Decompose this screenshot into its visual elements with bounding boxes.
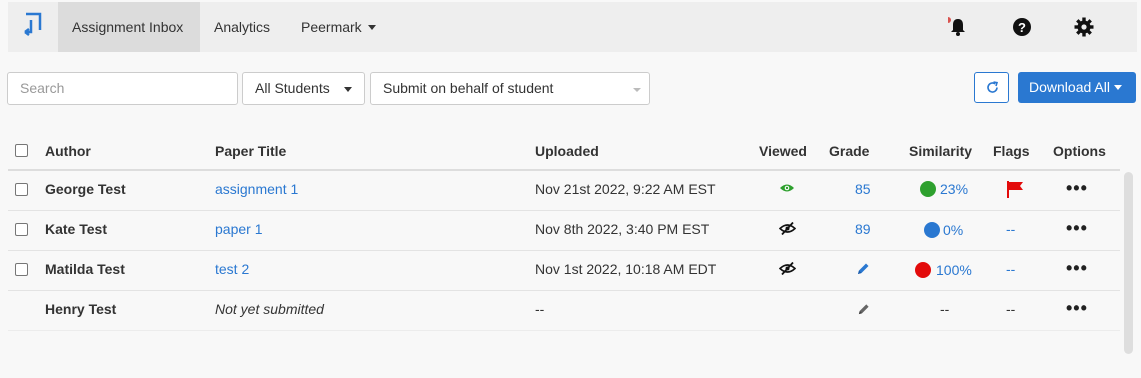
similarity-placeholder: -- (940, 301, 950, 317)
search-placeholder: Search (20, 80, 65, 96)
paper-status: Not yet submitted (215, 301, 324, 317)
row-options-button[interactable]: ••• (1066, 178, 1088, 199)
red-flag-icon[interactable] (1006, 181, 1024, 198)
download-all-button[interactable]: Download All (1018, 72, 1136, 103)
uploaded-date: Nov 1st 2022, 10:18 AM EDT (535, 261, 717, 277)
tab-label: Assignment Inbox (72, 19, 184, 35)
search-input[interactable]: Search (7, 72, 238, 105)
app-root: Assignment Inbox Analytics Peermark ? Se… (0, 0, 1141, 378)
refresh-button[interactable] (974, 72, 1009, 103)
row-checkbox[interactable] (15, 263, 28, 276)
flag-placeholder: -- (1006, 301, 1016, 317)
similarity-score[interactable]: 0% (943, 221, 963, 239)
select-all-checkbox[interactable] (15, 144, 28, 157)
uploaded-date: Nov 21st 2022, 9:22 AM EST (535, 181, 716, 197)
row-options-button[interactable]: ••• (1066, 298, 1088, 319)
download-all-label: Download All (1029, 79, 1110, 95)
paper-title-link[interactable]: assignment 1 (215, 180, 298, 198)
chevron-down-icon (344, 87, 352, 92)
row-divider (8, 210, 1120, 211)
flag-placeholder[interactable]: -- (1006, 260, 1015, 278)
flag-placeholder[interactable]: -- (1006, 220, 1015, 238)
column-header-grade[interactable]: Grade (829, 143, 869, 159)
tab-assignment-inbox[interactable]: Assignment Inbox (58, 2, 200, 52)
top-nav: Assignment Inbox Analytics Peermark ? (8, 2, 1137, 52)
refresh-icon (987, 81, 999, 93)
header-divider (8, 169, 1120, 171)
row-options-button[interactable]: ••• (1066, 218, 1088, 239)
submit-behalf-select[interactable]: Submit on behalf of student (370, 72, 650, 105)
svg-text:?: ? (1018, 20, 1026, 35)
similarity-dot (915, 262, 931, 278)
column-header-viewed[interactable]: Viewed (759, 143, 807, 159)
eye-slash-icon (779, 222, 796, 235)
row-checkbox[interactable] (15, 183, 28, 196)
paper-title-link[interactable]: test 2 (215, 260, 249, 278)
gear-icon[interactable] (1074, 17, 1094, 37)
similarity-score[interactable]: 23% (940, 180, 968, 198)
row-divider (8, 250, 1120, 251)
students-filter-value: All Students (255, 80, 330, 96)
tab-analytics[interactable]: Analytics (214, 2, 270, 52)
notification-dot (948, 17, 951, 23)
pencil-icon[interactable] (857, 303, 870, 316)
table-scrollbar[interactable] (1124, 172, 1133, 354)
tab-peermark[interactable]: Peermark (301, 2, 376, 52)
column-header-flags[interactable]: Flags (993, 143, 1030, 159)
uploaded-date: Nov 8th 2022, 3:40 PM EST (535, 221, 710, 237)
column-header-similarity[interactable]: Similarity (909, 143, 972, 159)
pencil-icon[interactable] (856, 262, 870, 276)
turnitin-logo-icon[interactable] (20, 12, 44, 40)
author-name: Matilda Test (45, 261, 125, 277)
row-divider (8, 290, 1120, 291)
grade-value[interactable]: 89 (855, 220, 871, 238)
row-divider (8, 330, 1120, 331)
similarity-dot (920, 181, 936, 197)
author-name: Kate Test (45, 221, 107, 237)
similarity-score[interactable]: 100% (936, 261, 972, 279)
author-name: Henry Test (45, 301, 117, 317)
column-header-paper-title[interactable]: Paper Title (215, 143, 286, 159)
similarity-dot (924, 222, 940, 238)
chevron-down-icon (1113, 85, 1122, 90)
tab-label: Peermark (301, 19, 362, 35)
students-filter-select[interactable]: All Students (242, 72, 365, 105)
submit-behalf-value: Submit on behalf of student (383, 80, 554, 96)
row-checkbox[interactable] (15, 223, 28, 236)
tab-label: Analytics (214, 19, 271, 35)
eye-icon (780, 184, 794, 192)
bell-icon[interactable] (948, 17, 968, 37)
column-header-author[interactable]: Author (45, 143, 91, 159)
author-name: George Test (45, 181, 126, 197)
eye-slash-icon (779, 262, 796, 275)
grade-value[interactable]: 85 (855, 180, 871, 198)
column-header-options: Options (1053, 143, 1106, 159)
chevron-down-icon (633, 88, 641, 92)
paper-title-link[interactable]: paper 1 (215, 220, 262, 238)
help-icon[interactable]: ? (1012, 17, 1032, 37)
column-header-uploaded[interactable]: Uploaded (535, 143, 599, 159)
uploaded-date: -- (535, 301, 545, 317)
row-options-button[interactable]: ••• (1066, 258, 1088, 279)
chevron-down-icon (367, 25, 376, 30)
